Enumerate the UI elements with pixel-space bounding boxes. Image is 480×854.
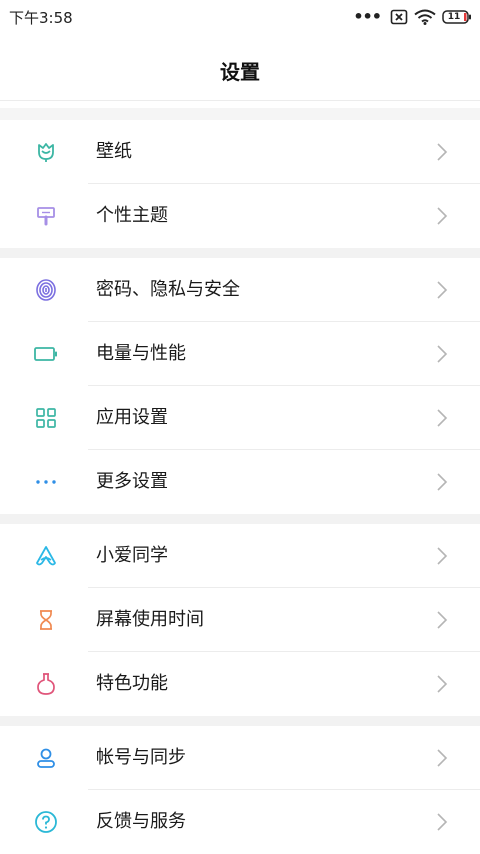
group-separator <box>0 514 480 524</box>
chevron-right-icon <box>437 813 448 831</box>
more-dots-icon: ••• <box>353 7 382 26</box>
chevron-right-icon <box>437 473 448 491</box>
settings-item-battery[interactable]: 电量与性能 <box>0 322 480 386</box>
settings-item-xiaoai[interactable]: 小爱同学 <box>0 524 480 588</box>
hourglass-icon <box>40 610 52 630</box>
battery-level: 11 <box>447 12 461 22</box>
chevron-right-icon <box>437 749 448 767</box>
chevron-right-icon <box>437 675 448 693</box>
chevron-right-icon <box>437 281 448 299</box>
chevron-right-icon <box>437 207 448 225</box>
wifi-icon <box>414 9 436 25</box>
chevron-right-icon <box>437 409 448 427</box>
settings-item-privacy[interactable]: 密码、隐私与安全 <box>0 258 480 322</box>
ellipsis-icon <box>36 480 56 484</box>
settings-item-label: 特色功能 <box>96 673 168 694</box>
question-circle-icon <box>35 811 57 833</box>
settings-item-label: 电量与性能 <box>96 343 186 364</box>
settings-item-screen-time[interactable]: 屏幕使用时间 <box>0 588 480 652</box>
settings-item-label: 帐号与同步 <box>96 747 186 768</box>
status-time: 下午3:58 <box>9 9 73 27</box>
settings-item-wallpaper[interactable]: 壁纸 <box>0 120 480 184</box>
battery-outline-icon <box>34 347 57 361</box>
settings-item-label: 个性主题 <box>96 205 168 226</box>
settings-item-label: 小爱同学 <box>96 545 168 566</box>
chevron-right-icon <box>437 611 448 629</box>
fingerprint-icon <box>36 279 56 301</box>
settings-item-label: 壁纸 <box>96 141 132 162</box>
group-separator <box>0 716 480 726</box>
settings-item-label: 更多设置 <box>96 471 168 492</box>
xiaoai-icon <box>36 546 56 566</box>
settings-item-account[interactable]: 帐号与同步 <box>0 726 480 790</box>
settings-item-label: 反馈与服务 <box>96 811 186 832</box>
paint-brush-icon <box>37 207 55 226</box>
chevron-right-icon <box>437 547 448 565</box>
group-separator <box>0 108 480 120</box>
tulip-icon <box>38 143 54 162</box>
settings-item-label: 屏幕使用时间 <box>96 609 204 630</box>
sim-x-icon <box>390 9 408 25</box>
header: 设置 <box>0 34 480 100</box>
settings-item-special-features[interactable]: 特色功能 <box>0 652 480 716</box>
settings-item-theme[interactable]: 个性主题 <box>0 184 480 248</box>
grid-icon <box>36 408 56 428</box>
flask-icon <box>37 673 55 695</box>
status-icons: ••• 11 <box>353 6 472 28</box>
settings-item-label: 应用设置 <box>96 407 168 428</box>
page-title: 设置 <box>220 60 260 84</box>
status-bar: 下午3:58 ••• 11 <box>0 0 480 34</box>
chevron-right-icon <box>437 345 448 363</box>
settings-item-feedback[interactable]: 反馈与服务 <box>0 790 480 854</box>
chevron-right-icon <box>437 143 448 161</box>
settings-item-apps[interactable]: 应用设置 <box>0 386 480 450</box>
battery-icon: 11 <box>442 10 472 24</box>
header-divider <box>0 100 480 101</box>
person-icon <box>37 748 55 768</box>
settings-item-more[interactable]: 更多设置 <box>0 450 480 514</box>
settings-item-label: 密码、隐私与安全 <box>96 279 240 300</box>
group-separator <box>0 248 480 258</box>
